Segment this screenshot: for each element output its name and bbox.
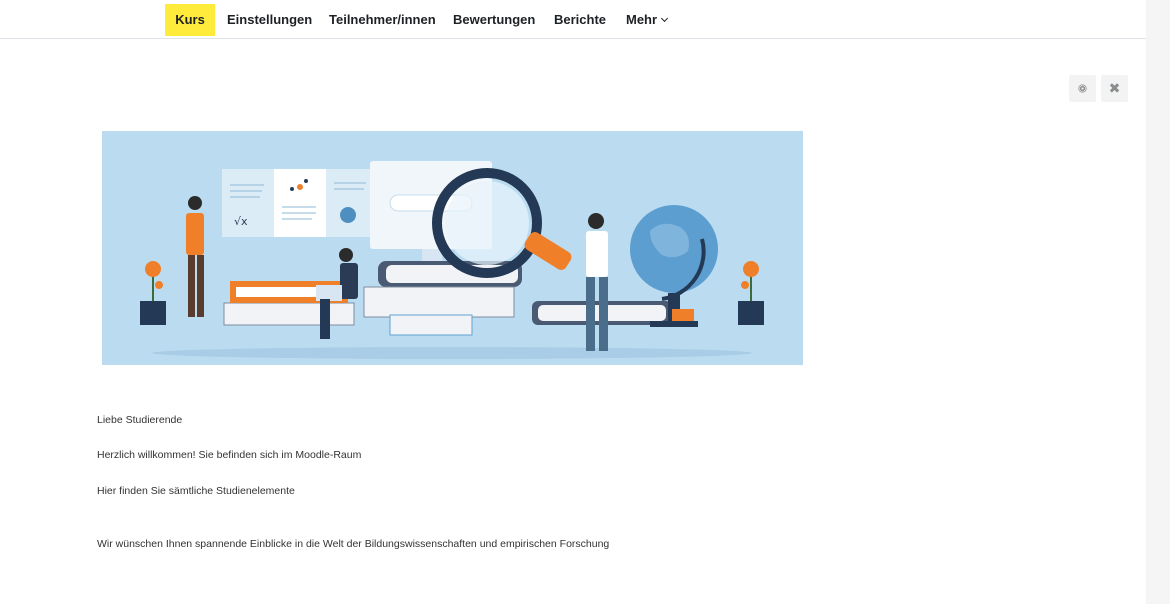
formula-sqrt-x: √x: [234, 215, 248, 228]
tab-einstellungen[interactable]: Einstellungen: [227, 4, 312, 36]
tab-kurs[interactable]: Kurs: [165, 4, 215, 36]
closing-text: Wir wünschen Ihnen spannende Einblicke i…: [97, 538, 610, 550]
course-secondary-navigation: Kurs Einstellungen Teilnehmer/innen Bewe…: [0, 0, 1146, 39]
tab-berichte[interactable]: Berichte: [554, 4, 606, 36]
close-icon: ✖: [1108, 80, 1121, 97]
welcome-text: Herzlich willkommen! Sie befinden sich i…: [97, 449, 362, 461]
tab-mehr-dropdown[interactable]: Mehr: [626, 4, 669, 36]
chevron-down-icon: [661, 14, 669, 23]
welcome-greeting: Liebe Studierende: [97, 414, 183, 426]
tab-teilnehmer-innen[interactable]: Teilnehmer/innen: [329, 4, 436, 36]
gear-icon: [1079, 85, 1086, 92]
course-banner-illustration: √x: [140, 161, 764, 359]
tab-bewertungen[interactable]: Bewertungen: [453, 4, 535, 36]
close-button[interactable]: ✖: [1101, 75, 1128, 102]
tab-mehr-label: Mehr: [626, 12, 658, 27]
study-elements-text: Hier finden Sie sämtliche Studienelement…: [97, 485, 295, 497]
course-banner-image: √x: [102, 131, 803, 365]
page-scrollbar[interactable]: [1146, 0, 1170, 604]
block-settings-button[interactable]: [1069, 75, 1096, 102]
